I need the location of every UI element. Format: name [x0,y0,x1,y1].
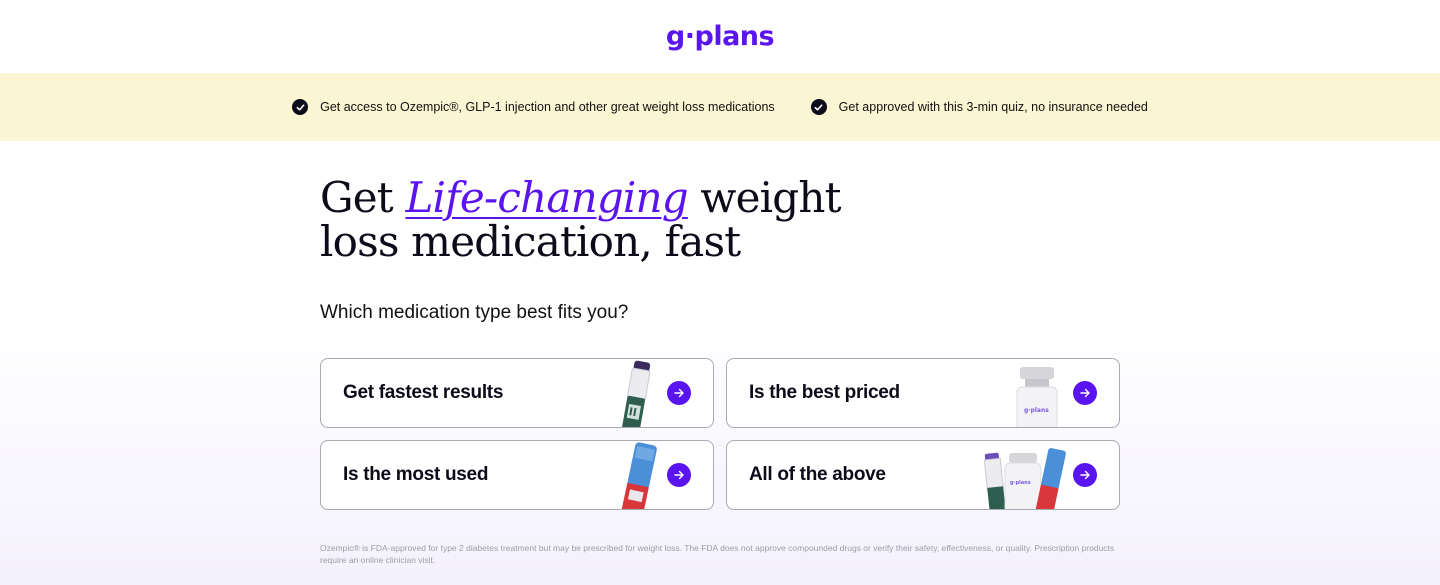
page-headline: Get Life-changing weight loss medication… [320,176,860,264]
arrow-right-icon[interactable] [667,381,691,405]
blue-pen-image [620,442,657,509]
arrow-right-icon[interactable] [667,463,691,487]
option-label: Is the best priced [749,382,900,403]
headline-accent: Life-changing [405,173,688,222]
option-fastest-results[interactable]: Get fastest results [320,358,714,428]
vial-image: g·plans [1016,367,1058,427]
injection-pen-image [620,360,651,427]
option-most-used[interactable]: Is the most used [320,440,714,510]
banner-item-text: Get approved with this 3-min quiz, no in… [838,100,1148,114]
banner-item-text: Get access to Ozempic®, GLP-1 injection … [320,100,775,114]
svg-text:g·plans: g·plans [1024,407,1049,414]
option-all-of-above[interactable]: All of the above g·plans [726,440,1120,510]
arrow-right-icon[interactable] [1073,381,1097,405]
check-circle-icon [292,99,309,115]
benefits-banner: Get access to Ozempic®, GLP-1 injection … [0,73,1440,141]
quiz-main: Get Life-changing weight loss medication… [320,141,1120,566]
fda-disclaimer: Ozempic® is FDA-approved for type 2 diab… [320,543,1115,565]
banner-item-access: Get access to Ozempic®, GLP-1 injection … [292,99,775,115]
gplans-logo[interactable]: g·plans [666,21,775,52]
quiz-question: Which medication type best fits you? [320,302,629,323]
option-best-priced[interactable]: Is the best priced g·plans [726,358,1120,428]
option-label: Is the most used [343,464,489,485]
site-header: g·plans [0,0,1440,73]
product-group-image: g·plans [983,448,1066,509]
option-label: All of the above [749,464,886,485]
banner-item-approval: Get approved with this 3-min quiz, no in… [810,99,1148,115]
option-label: Get fastest results [343,382,504,403]
arrow-right-icon[interactable] [1073,463,1097,487]
svg-text:g·plans: g·plans [1010,480,1031,486]
check-circle-icon [810,99,827,115]
headline-prefix: Get [320,173,406,222]
options-grid: Get fastest results Is the best priced g… [320,358,1120,510]
